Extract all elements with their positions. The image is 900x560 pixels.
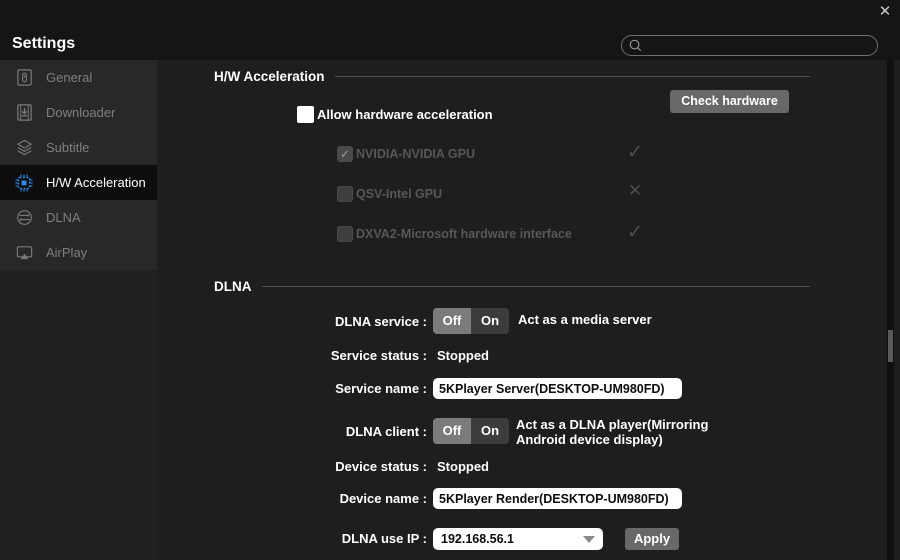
- device-name-input[interactable]: [433, 488, 682, 509]
- allow-hw-acceleration-row: Allow hardware acceleration: [297, 106, 493, 123]
- dlna-service-label: DLNA service :: [335, 314, 427, 329]
- section-divider: [261, 285, 810, 287]
- dlna-use-ip-label: DLNA use IP :: [341, 531, 427, 546]
- search-box[interactable]: [621, 35, 878, 56]
- section-divider: [334, 75, 810, 77]
- dlna-service-description: Act as a media server: [518, 312, 652, 327]
- general-icon: [13, 68, 35, 88]
- scrollbar-thumb[interactable]: [888, 330, 893, 362]
- allow-hw-checkbox[interactable]: [297, 106, 314, 123]
- subtitle-layers-icon: [13, 138, 35, 158]
- dlna-client-description-line2: Android device display): [516, 432, 663, 447]
- gpu-option-row: DXVA2-Microsoft hardware interface: [337, 225, 572, 243]
- dlna-section-header: DLNA: [214, 278, 810, 294]
- dlna-ip-select[interactable]: 192.168.56.1: [433, 528, 603, 550]
- chevron-down-icon: [583, 535, 595, 543]
- nvidia-checkbox: ✓: [337, 146, 353, 162]
- service-name-input[interactable]: [433, 378, 682, 399]
- gpu-option-row: ✓ NVIDIA-NVIDIA GPU: [337, 145, 475, 163]
- dlna-client-label: DLNA client :: [345, 424, 427, 439]
- dlna-section-title: DLNA: [214, 278, 252, 294]
- device-status-label: Device status :: [335, 459, 427, 474]
- sidebar-item-downloader[interactable]: Downloader: [0, 95, 157, 130]
- sidebar: General Downloader Subtitle H/W Accelera…: [0, 60, 157, 270]
- gpu-option-label: QSV-Intel GPU: [356, 187, 443, 201]
- check-icon: ✓: [627, 142, 643, 163]
- sidebar-item-airplay[interactable]: AirPlay: [0, 235, 157, 270]
- sidebar-item-label: Subtitle: [46, 140, 90, 155]
- gpu-option-label: NVIDIA-NVIDIA GPU: [356, 147, 475, 161]
- dlna-service-on-button[interactable]: On: [471, 308, 509, 334]
- apply-button[interactable]: Apply: [625, 528, 679, 550]
- cpu-chip-icon: [13, 173, 35, 193]
- cross-icon: ✕: [627, 181, 643, 200]
- content-panel: [157, 60, 900, 560]
- dlna-ip-selected-value: 192.168.56.1: [441, 532, 514, 546]
- dlna-client-toggle: Off On: [433, 418, 509, 444]
- dlna-client-on-button[interactable]: On: [471, 418, 509, 444]
- sidebar-item-dlna[interactable]: DLNA: [0, 200, 157, 235]
- downloader-icon: [13, 103, 35, 123]
- page-title: Settings: [12, 35, 76, 52]
- service-status-label: Service status :: [330, 348, 427, 363]
- search-input[interactable]: [647, 38, 857, 53]
- allow-hw-label: Allow hardware acceleration: [317, 107, 493, 122]
- service-name-label: Service name :: [335, 381, 427, 396]
- dlna-client-off-button[interactable]: Off: [433, 418, 471, 444]
- dlna-service-toggle: Off On: [433, 308, 509, 334]
- device-name-label: Device name :: [339, 491, 427, 506]
- sidebar-item-general[interactable]: General: [0, 60, 157, 95]
- dxva2-checkbox: [337, 226, 353, 242]
- search-icon: [628, 38, 643, 53]
- check-hardware-button[interactable]: Check hardware: [670, 90, 789, 113]
- gpu-option-row: QSV-Intel GPU: [337, 185, 442, 203]
- service-status-value: Stopped: [437, 348, 489, 363]
- sidebar-item-hw-acceleration[interactable]: H/W Acceleration: [0, 165, 157, 200]
- sidebar-item-label: H/W Acceleration: [46, 175, 146, 190]
- sidebar-item-label: DLNA: [46, 210, 81, 225]
- gpu-option-label: DXVA2-Microsoft hardware interface: [356, 227, 572, 241]
- device-status-value: Stopped: [437, 459, 489, 474]
- sidebar-item-label: General: [46, 70, 93, 85]
- sidebar-item-label: AirPlay: [46, 245, 88, 260]
- hw-section-title: H/W Acceleration: [214, 68, 325, 84]
- close-icon[interactable]: ✕: [874, 2, 896, 22]
- qsv-checkbox: [337, 186, 353, 202]
- dlna-service-off-button[interactable]: Off: [433, 308, 471, 334]
- dlna-icon: [13, 208, 35, 228]
- dlna-client-description-line1: Act as a DLNA player(Mirroring: [516, 417, 709, 432]
- check-icon: ✓: [627, 222, 643, 243]
- scrollbar-track[interactable]: [887, 60, 894, 560]
- sidebar-item-label: Downloader: [46, 105, 116, 120]
- airplay-icon: [13, 243, 35, 263]
- settings-window: Settings ✕ General Downloader Subtitle H…: [0, 0, 900, 560]
- sidebar-item-subtitle[interactable]: Subtitle: [0, 130, 157, 165]
- hw-section-header: H/W Acceleration: [214, 68, 810, 84]
- dlna-client-description: Act as a DLNA player(Mirroring Android d…: [516, 417, 708, 447]
